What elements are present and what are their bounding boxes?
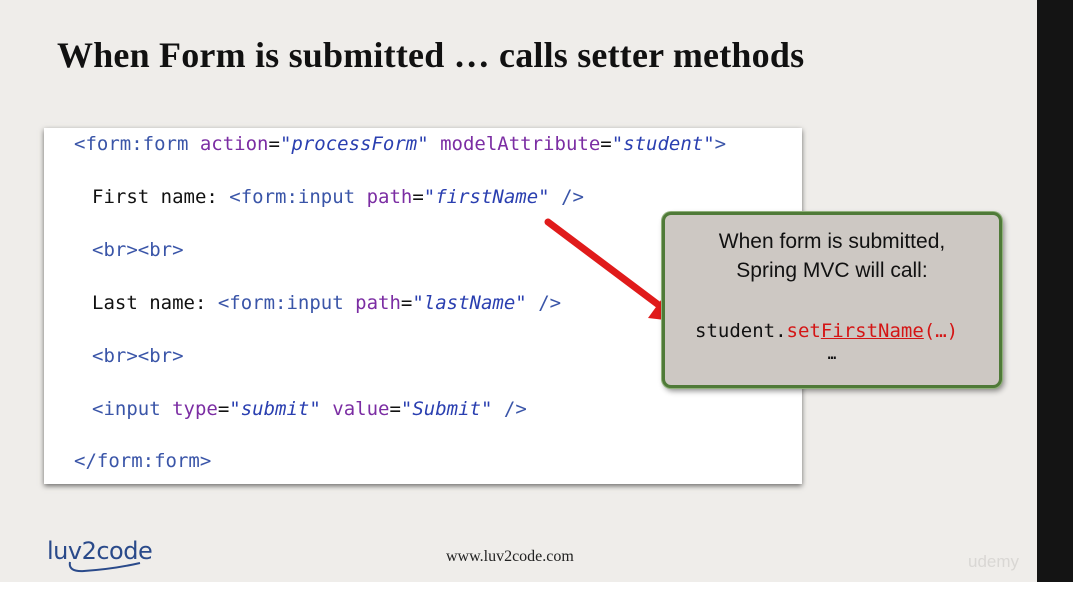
- setter-args: (…): [923, 320, 959, 342]
- udemy-watermark: udemy: [968, 552, 1020, 571]
- footer-url: www.luv2code.com: [446, 548, 574, 565]
- setter-object: student.: [695, 320, 787, 342]
- setter-call: student.setFirstName(…): [695, 320, 958, 342]
- logo-swoosh-icon: [68, 561, 141, 573]
- callout-box: When form is submitted, Spring MVC will …: [662, 212, 1002, 388]
- right-dark-bar: [1037, 0, 1073, 582]
- callout-line-1: When form is submitted,: [718, 230, 946, 253]
- setter-prefix: set: [786, 320, 821, 342]
- bottom-strip: [0, 582, 1073, 602]
- setter-method: FirstName: [820, 320, 924, 342]
- callout-line-2: Spring MVC will call:: [736, 259, 928, 282]
- callout-ellipsis: …: [827, 347, 837, 363]
- slide: When Form is submitted … calls setter me…: [0, 0, 1037, 582]
